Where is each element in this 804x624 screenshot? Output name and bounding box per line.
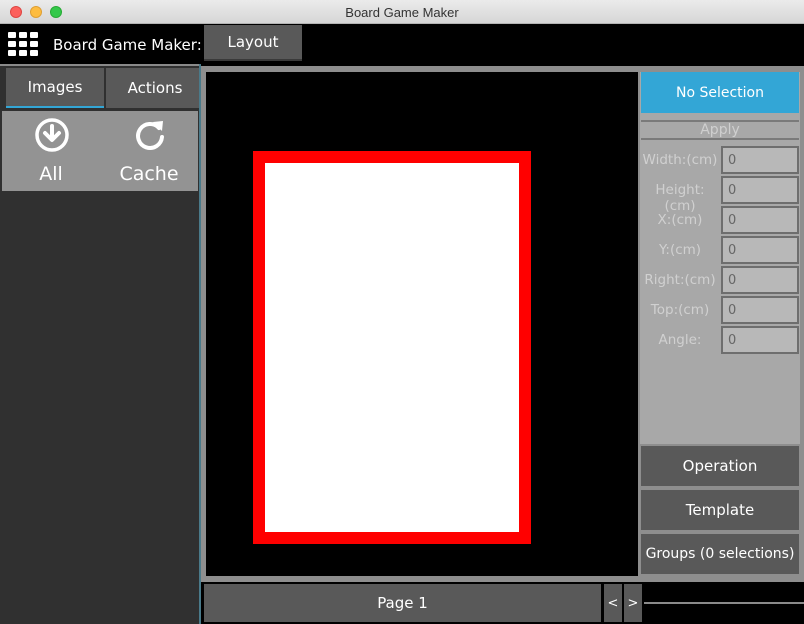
width-input[interactable]: 0 [721, 146, 799, 174]
y-field-row: Y:(cm) 0 [641, 236, 800, 264]
height-input[interactable]: 0 [721, 176, 799, 204]
y-input[interactable]: 0 [721, 236, 799, 264]
top-input[interactable]: 0 [721, 296, 799, 324]
card-element[interactable] [253, 151, 531, 544]
app-toolbar: Board Game Maker: [0, 24, 804, 64]
x-input[interactable]: 0 [721, 206, 799, 234]
right-label: Right:(cm) [644, 272, 716, 288]
groups-button[interactable]: Groups (0 selections) [641, 534, 799, 574]
cache-button[interactable]: Cache [100, 111, 198, 191]
grid-menu-icon[interactable] [8, 32, 38, 56]
width-field-row: Width:(cm) 0 [641, 146, 800, 174]
tab-actions[interactable]: Actions [106, 68, 204, 108]
zoom-slider[interactable] [644, 602, 804, 604]
layout-button[interactable]: Layout [204, 25, 302, 61]
all-button[interactable]: All [2, 111, 100, 191]
width-label: Width:(cm) [642, 152, 718, 168]
tool-strip: All Cache [2, 111, 198, 191]
x-label: X:(cm) [657, 212, 703, 228]
next-page-button[interactable]: > [624, 584, 642, 622]
operation-button[interactable]: Operation [641, 446, 799, 486]
all-label: All [39, 163, 63, 185]
previous-page-button[interactable]: < [604, 584, 622, 622]
right-field-row: Right:(cm) 0 [641, 266, 800, 294]
refresh-icon [136, 121, 164, 150]
download-circle-icon [35, 118, 69, 152]
y-label: Y:(cm) [658, 242, 702, 258]
page-selector-button[interactable]: Page 1 [204, 584, 601, 622]
left-panel: Images Actions All Cache [0, 64, 204, 624]
template-button[interactable]: Template [641, 490, 799, 530]
window-titlebar: Board Game Maker [0, 0, 804, 24]
top-label: Top:(cm) [650, 302, 710, 318]
height-field-row: Height:(cm) 0 [641, 176, 800, 214]
angle-field-row: Angle: 0 [641, 326, 800, 354]
window-title: Board Game Maker [345, 5, 459, 20]
app-label: Board Game Maker: [53, 36, 202, 54]
tab-images[interactable]: Images [6, 68, 104, 108]
apply-button[interactable]: Apply [641, 120, 799, 140]
x-field-row: X:(cm) 0 [641, 206, 800, 234]
top-field-row: Top:(cm) 0 [641, 296, 800, 324]
angle-label: Angle: [658, 332, 702, 348]
selection-status-button[interactable]: No Selection [641, 72, 799, 113]
right-input[interactable]: 0 [721, 266, 799, 294]
cache-label: Cache [119, 163, 179, 185]
angle-input[interactable]: 0 [721, 326, 799, 354]
